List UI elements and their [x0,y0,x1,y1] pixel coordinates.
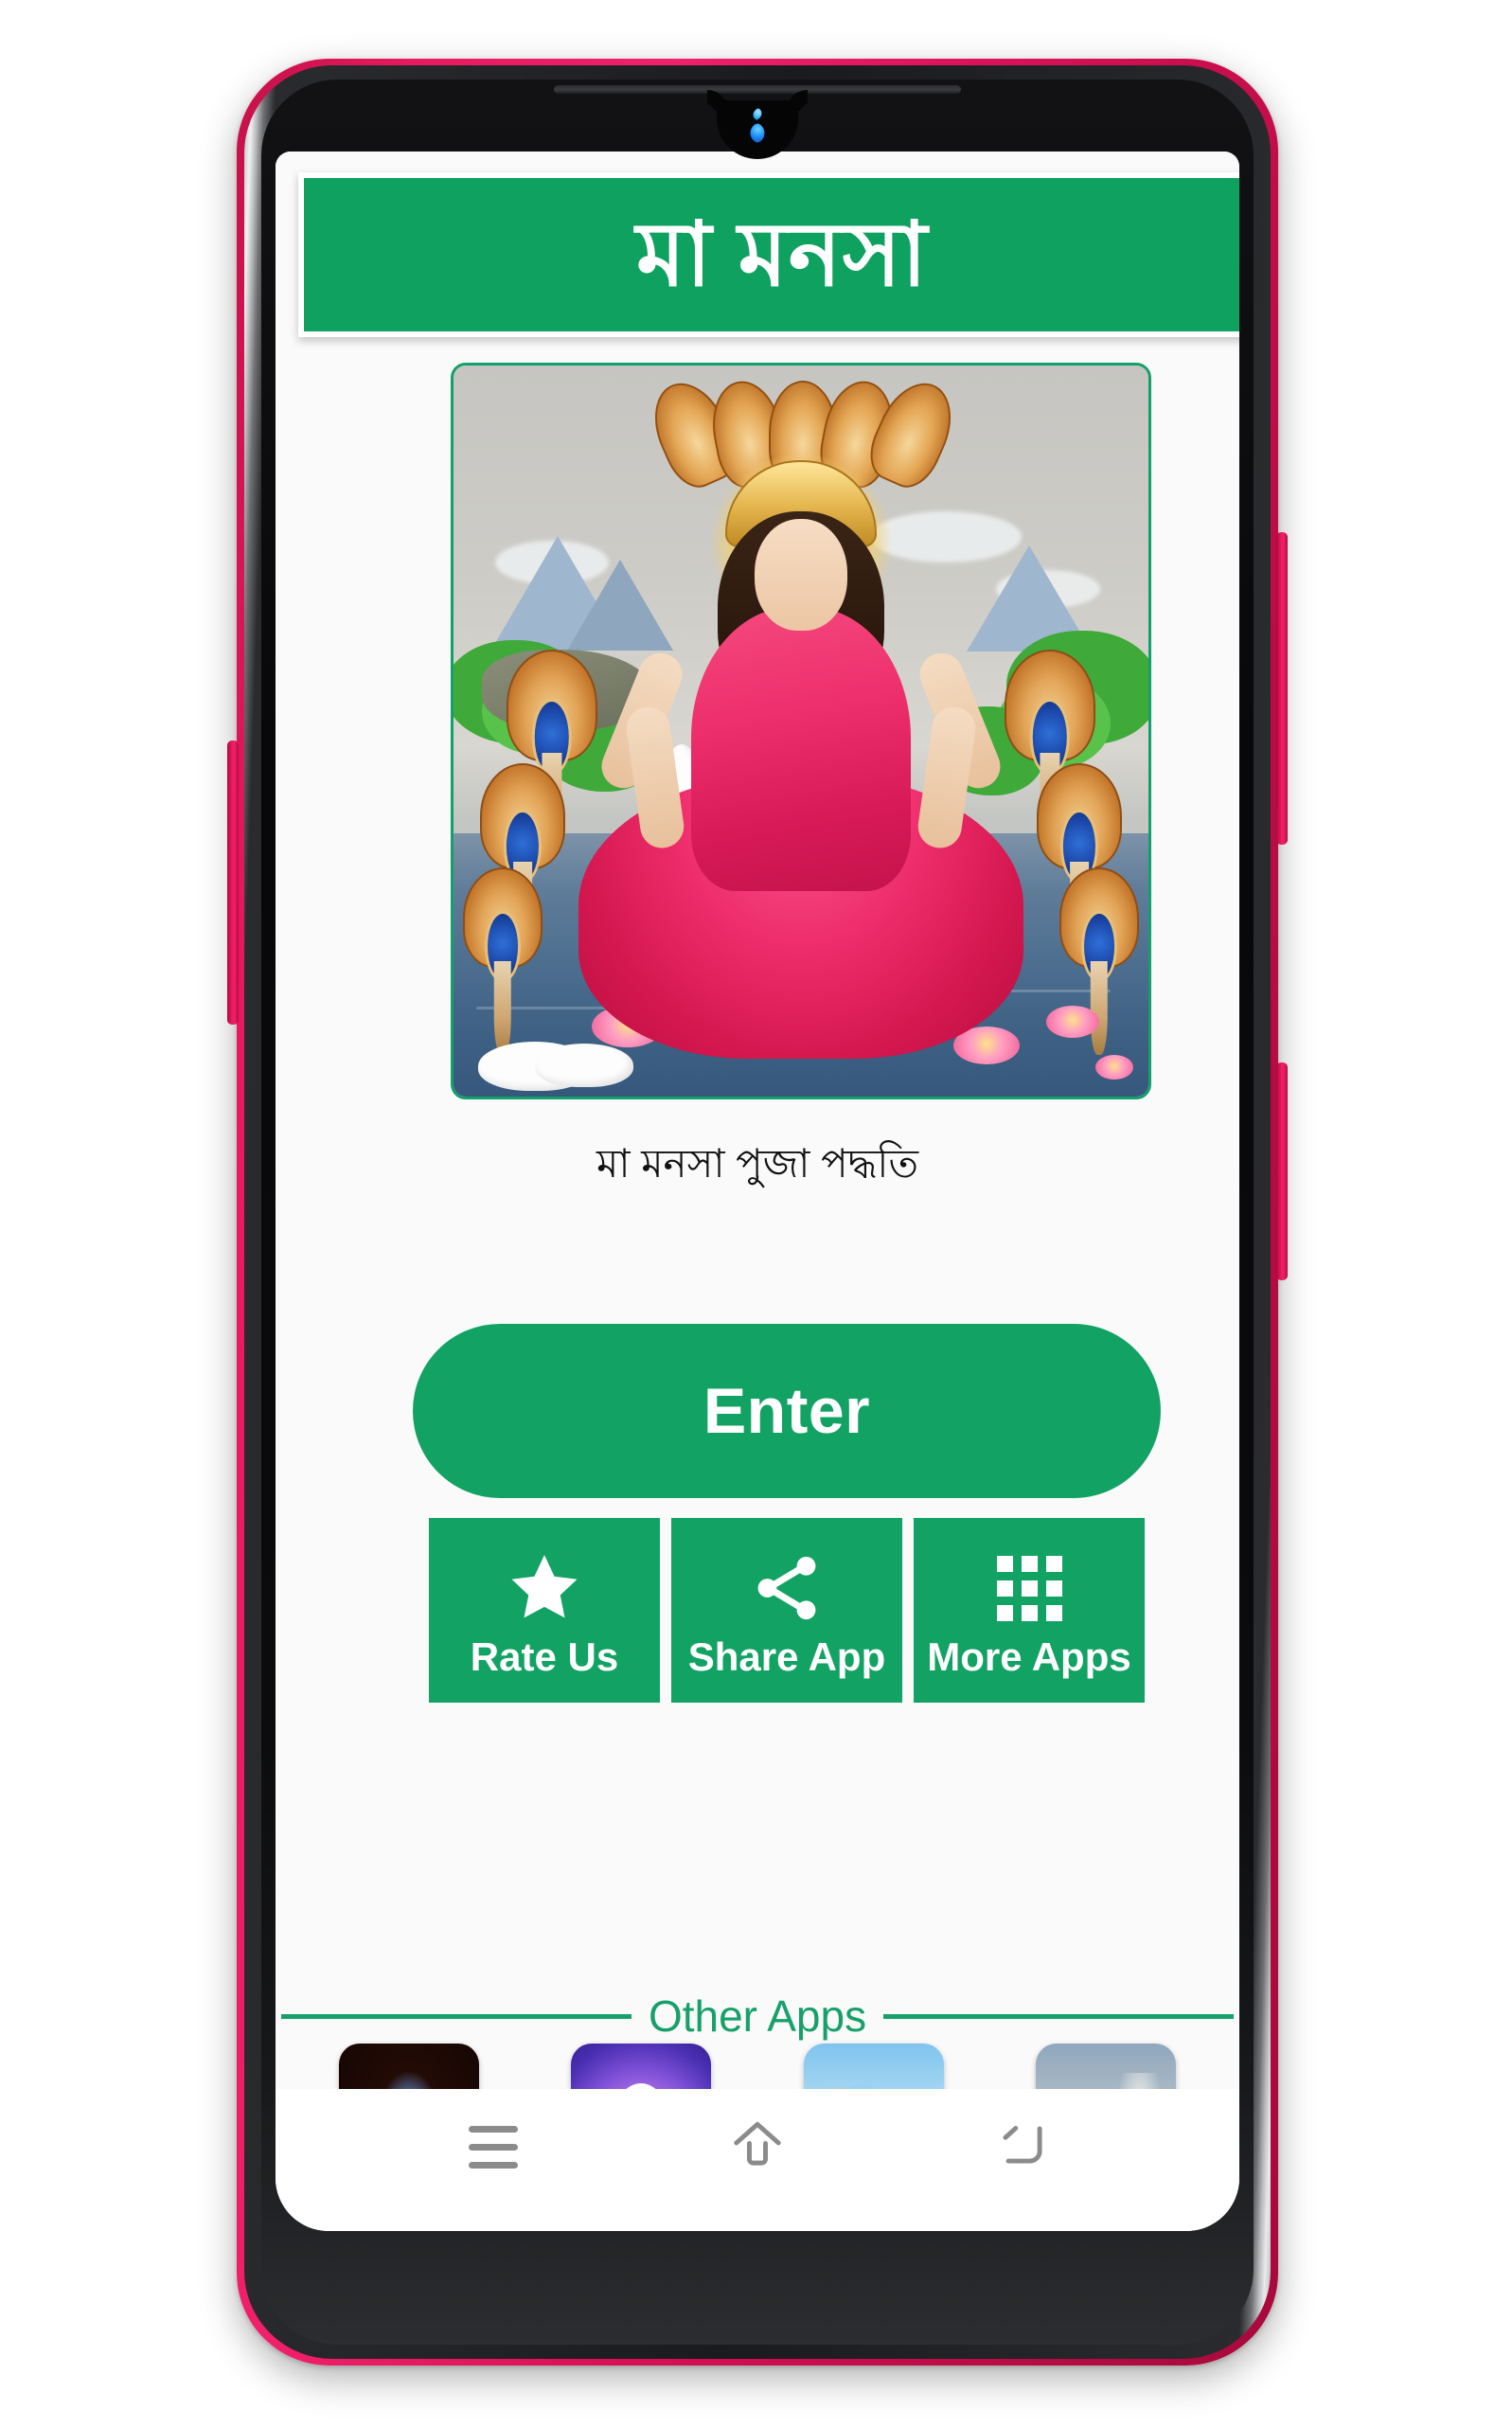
other-apps-divider: Other Apps [276,1991,1239,2042]
star-icon [504,1546,585,1630]
waterdrop-notch [717,100,798,159]
grid-icon [996,1546,1062,1630]
rate-us-button[interactable]: Rate Us [429,1518,660,1703]
title-banner-inner: মা মনসা [304,178,1239,331]
action-button-row: Rate Us Share App More Apps [413,1518,1161,1703]
app-screen: মা মনসা মা মনসা পুজা পদ্ধতি Enter Rate U… [276,152,1239,2231]
phone-bezel: মা মনসা মা মনসা পুজা পদ্ধতি Enter Rate U… [261,80,1254,2345]
other-apps-heading: Other Apps [648,1991,867,2041]
share-app-label: Share App [687,1634,886,1679]
hero-image [451,363,1151,1099]
home-button[interactable] [705,2109,809,2185]
volume-button-right[interactable] [1276,532,1288,845]
title-banner: মা মনসা [298,172,1239,337]
app-content: মা মনসা মা মনসা পুজা পদ্ধতি Enter Rate U… [276,152,1239,2231]
android-nav-bar [276,2089,1239,2231]
share-app-button[interactable]: Share App [671,1518,902,1703]
back-icon [992,2116,1051,2179]
phone-mockup: মা মনসা মা মনসা পুজা পদ্ধতি Enter Rate U… [227,59,1288,2366]
proximity-sensor-icon [750,107,765,121]
recents-button[interactable] [441,2109,545,2185]
earpiece-speaker [554,85,961,94]
hamburger-icon [468,2125,518,2169]
power-button[interactable] [1276,1062,1288,1280]
back-button[interactable] [969,2109,1074,2185]
divider-line-left [281,2013,631,2019]
more-apps-button[interactable]: More Apps [914,1518,1145,1703]
more-apps-label: More Apps [927,1634,1131,1679]
divider-line-right [883,2013,1235,2019]
home-icon [728,2116,787,2179]
share-icon [746,1546,827,1630]
page-subtitle: মা মনসা পুজা পদ্ধতি [596,1141,918,1186]
hero-artwork [454,366,1148,1097]
front-camera-icon [745,121,770,145]
page-title: মা মনসা [635,205,929,304]
rate-us-label: Rate Us [470,1634,619,1679]
volume-button-left[interactable] [227,741,239,1025]
enter-button[interactable]: Enter [413,1324,1161,1498]
